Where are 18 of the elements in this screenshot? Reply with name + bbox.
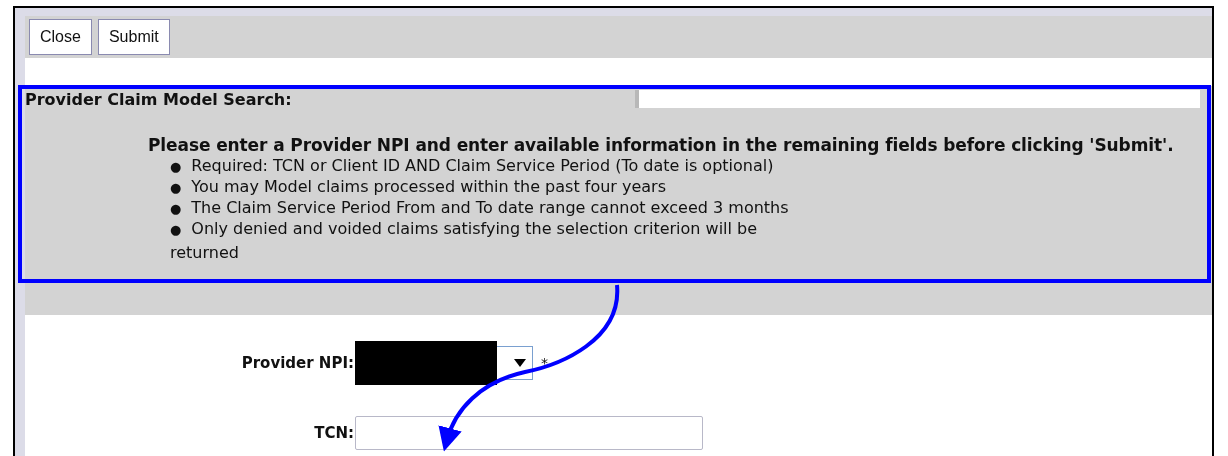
instruction-text: Please enter a Provider NPI and enter available information in the remaining fields before clicking 'Submit'. (148, 134, 1175, 156)
section-title: Provider Claim Model Search: (25, 89, 293, 111)
bullet-icon: ● (170, 159, 182, 174)
field-label: Provider NPI: (240, 352, 355, 374)
bullet-text: Only denied and voided claims satisfying the selection criterion will be (191, 219, 758, 238)
bullet-text: Required: TCN or Client ID AND Claim Service Period (To date is optional) (191, 156, 774, 175)
bullet-icon: ● (170, 180, 182, 195)
field-label: TCN: (313, 422, 355, 444)
bullet-icon: ● (170, 201, 182, 216)
bullet-text-continuation: returned (170, 242, 239, 263)
bullet-text: You may Model claims processed within the past four years (191, 177, 667, 196)
dropdown-arrow-icon (514, 359, 526, 367)
tcn-field[interactable] (355, 416, 703, 450)
submit-button[interactable]: Submit (97, 19, 170, 55)
close-button[interactable]: Close (29, 19, 92, 55)
bullet-icon: ● (170, 222, 182, 237)
bullet-text: The Claim Service Period From and To date range cannot exceed 3 months (191, 198, 789, 217)
required-mark: * (541, 353, 548, 373)
